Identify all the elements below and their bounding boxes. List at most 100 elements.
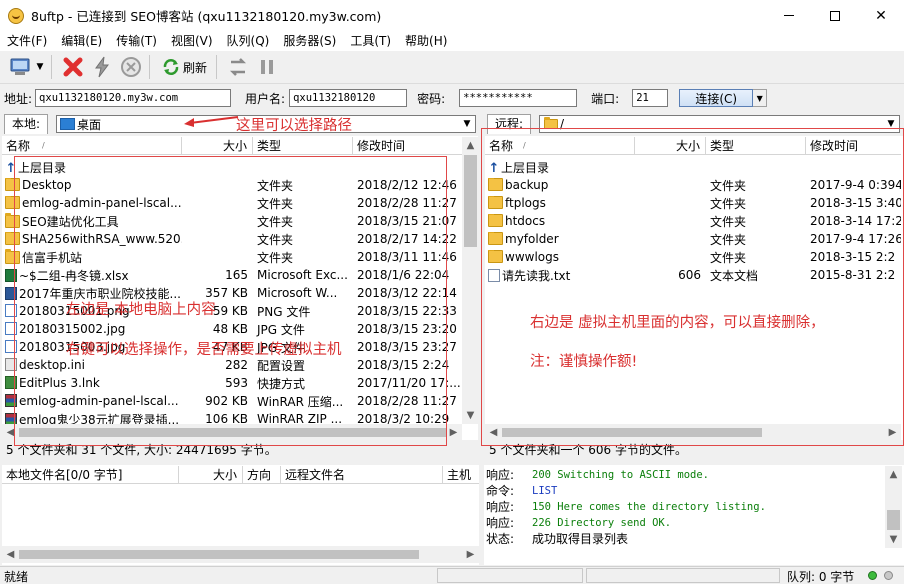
log-entry: 状态: 成功取得目录列表 <box>484 531 904 547</box>
refresh-icon <box>163 59 179 75</box>
chevron-down-icon[interactable]: ▼ <box>459 116 475 132</box>
minimize-button[interactable] <box>766 0 812 31</box>
lightning-icon <box>95 56 109 78</box>
scroll-right-icon[interactable]: ▶ <box>445 424 462 441</box>
log-kind: 状态: <box>486 532 515 546</box>
annotation-right-box <box>481 128 904 446</box>
menu-edit[interactable]: 编辑(E) <box>54 31 109 51</box>
toolbar: ▼ 刷新 <box>0 51 904 84</box>
status-bar: 就绪 队列: 0 字节 <box>0 566 904 584</box>
local-tab: 本地: <box>4 114 49 134</box>
log-kind: 响应: <box>486 468 515 482</box>
menu-queue[interactable]: 队列(Q) <box>220 31 277 51</box>
status-field <box>586 568 780 583</box>
log-panel: 响应: 200 Switching to ASCII mode. 命令: LIST 响应… <box>484 465 904 565</box>
close-button[interactable]: ✕ <box>858 0 904 31</box>
local-col-size[interactable]: 大小 <box>182 137 253 155</box>
annotation-arrow <box>184 116 239 127</box>
queue-hscrollbar[interactable]: ◀ ▶ <box>2 546 479 563</box>
stop-icon <box>121 57 141 77</box>
scroll-up-icon[interactable]: ▲ <box>462 137 479 154</box>
log-entry: 响应: 150 Here comes the directory listing. <box>484 499 904 515</box>
toolbar-separator <box>149 55 150 79</box>
scroll-down-icon[interactable]: ▼ <box>885 531 902 548</box>
status-gray-icon <box>884 571 893 580</box>
log-message: 150 Here comes the directory listing. <box>532 501 766 513</box>
log-entry: 响应: 226 Directory send OK. <box>484 515 904 531</box>
connection-bar: 地址: qxu1132180120.my3w.com 用户名: qxu11321… <box>0 86 904 110</box>
queue-col-size[interactable]: 大小 <box>179 466 243 484</box>
local-path-value: 桌面 <box>77 117 102 132</box>
local-vscroll-thumb[interactable] <box>464 155 477 247</box>
queue-col-host[interactable]: 主机 <box>443 466 479 484</box>
status-progress-field <box>437 568 583 583</box>
password-input[interactable]: *********** <box>459 89 578 107</box>
menu-help[interactable]: 帮助(H) <box>398 31 454 51</box>
port-label: 端口: <box>591 91 620 106</box>
menu-server[interactable]: 服务器(S) <box>276 31 343 51</box>
address-label: 地址: <box>4 91 33 106</box>
menu-tools[interactable]: 工具(T) <box>343 31 398 51</box>
toolbar-separator <box>51 55 52 79</box>
annotation-path-hint: 这里可以选择路径 <box>236 118 352 134</box>
chevron-down-icon: ▼ <box>756 93 763 103</box>
log-vscroll-thumb[interactable] <box>887 510 900 530</box>
minimize-icon <box>784 15 794 16</box>
queue-status: 队列: 0 字节 <box>787 570 855 584</box>
queue-col-remote[interactable]: 远程文件名 <box>281 466 443 484</box>
connect-dropdown-button[interactable]: ▼ <box>753 89 768 107</box>
annotation-right-1: 右边是 虚拟主机里面的内容，可以直接删除， <box>530 315 825 331</box>
annotation-left-2: 右键可以选择操作，是否需要上传虚拟主机 <box>66 342 342 358</box>
local-col-modified[interactable]: 修改时间 <box>353 137 462 155</box>
local-vscrollbar[interactable]: ▲ ▼ <box>462 137 479 424</box>
refresh-label: 刷新 <box>183 60 208 75</box>
log-entry: 命令: LIST <box>484 483 904 499</box>
log-message: 226 Directory send OK. <box>532 517 672 529</box>
log-kind: 命令: <box>486 484 515 498</box>
username-input[interactable]: qxu1132180120 <box>289 89 408 107</box>
desktop-icon <box>60 118 75 130</box>
sync-button[interactable] <box>225 54 251 80</box>
queue-col-direction[interactable]: 方向 <box>243 466 281 484</box>
maximize-button[interactable] <box>812 0 858 31</box>
window-title: 8uftp - 已连接到 SEO博客站 (qxu1132180120.my3w.… <box>31 9 382 24</box>
sync-icon <box>229 58 247 76</box>
stop-button[interactable] <box>118 54 144 80</box>
ready-status: 就绪 <box>4 570 29 584</box>
site-manager-button[interactable] <box>8 54 34 80</box>
log-vscrollbar[interactable]: ▲ ▼ <box>885 466 902 548</box>
status-green-icon <box>868 571 877 580</box>
queue-col-local[interactable]: 本地文件名[0/0 字节] <box>2 466 179 484</box>
scroll-down-icon[interactable]: ▼ <box>462 407 479 424</box>
menu-transfer[interactable]: 传输(T) <box>109 31 164 51</box>
annotation-left-1: 左边是 本地电脑上内容 <box>66 302 216 318</box>
delete-icon <box>63 57 83 77</box>
port-input[interactable]: 21 <box>632 89 669 107</box>
log-message: 200 Switching to ASCII mode. <box>532 469 710 481</box>
local-col-name[interactable]: 名称 / <box>2 137 182 155</box>
close-icon: ✕ <box>875 7 887 24</box>
maximize-icon <box>830 10 840 21</box>
chevron-down-icon: ▼ <box>36 62 44 72</box>
menu-file[interactable]: 文件(F) <box>0 31 54 51</box>
log-kind: 响应: <box>486 516 515 530</box>
pause-button[interactable] <box>254 54 280 80</box>
disconnect-button[interactable] <box>60 54 86 80</box>
scroll-right-icon[interactable]: ▶ <box>462 546 479 563</box>
computer-icon <box>10 58 30 75</box>
pause-icon <box>261 60 274 74</box>
refresh-button[interactable]: 刷新 <box>158 54 211 80</box>
menu-view[interactable]: 视图(V) <box>164 31 220 51</box>
log-kind: 响应: <box>486 500 515 514</box>
queue-hscroll-thumb[interactable] <box>19 550 419 559</box>
password-label: 密码: <box>417 91 446 106</box>
local-col-type[interactable]: 类型 <box>253 137 353 155</box>
local-list-header: 名称 / 大小 类型 修改时间 <box>2 137 462 155</box>
connect-button[interactable]: 连接(C) <box>679 89 754 107</box>
site-dropdown-button[interactable]: ▼ <box>34 54 46 80</box>
quick-connect-button[interactable] <box>89 54 115 80</box>
scroll-up-icon[interactable]: ▲ <box>885 466 902 483</box>
address-input[interactable]: qxu1132180120.my3w.com <box>35 89 232 107</box>
queue-header: 本地文件名[0/0 字节] 大小 方向 远程文件名 主机 <box>2 466 479 484</box>
scroll-left-icon[interactable]: ◀ <box>2 546 19 563</box>
